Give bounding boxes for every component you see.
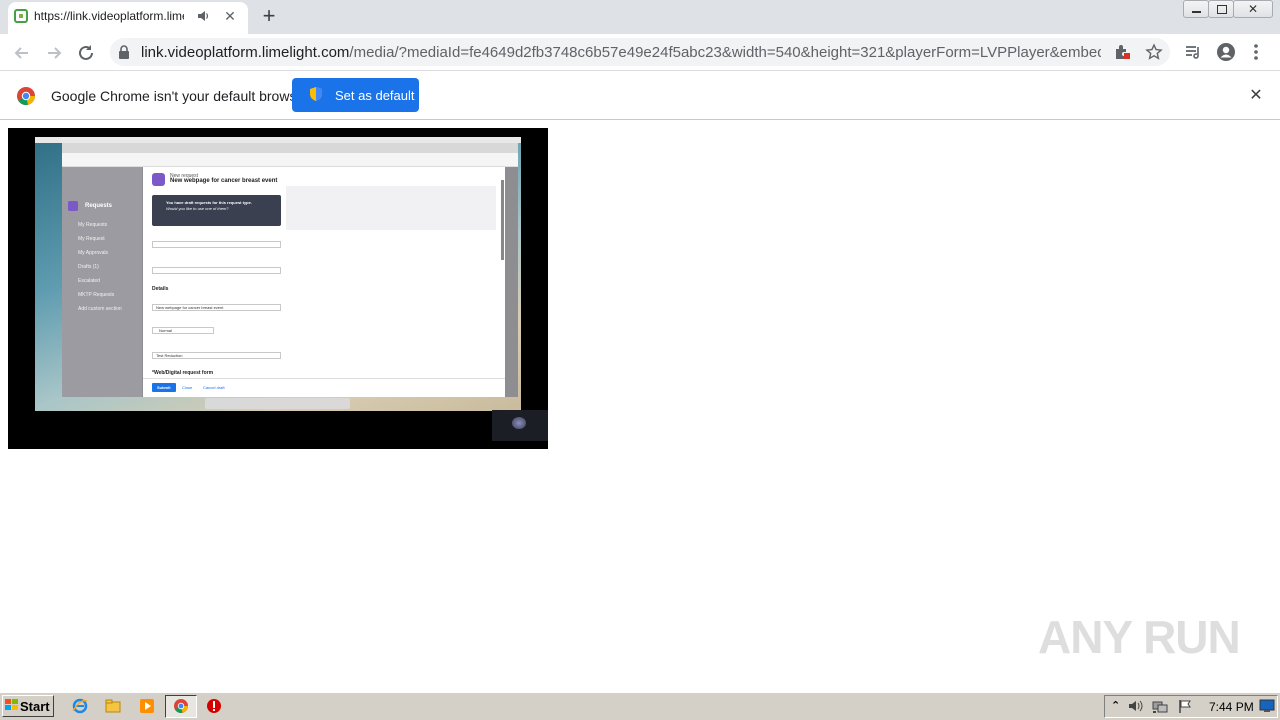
video-browser-toolbar: [62, 153, 518, 167]
video-footer-label: *Web/Digital request form: [152, 370, 214, 376]
menu-icon[interactable]: [1252, 43, 1260, 61]
flag-icon[interactable]: [1178, 699, 1192, 713]
volume-icon[interactable]: [1128, 699, 1144, 713]
media-control-icon[interactable]: [1184, 43, 1202, 61]
url-path: /media/?mediaId=fe4649d2fb3748c6b57e49e2…: [349, 44, 1101, 61]
video-sidebar-item: Escalated: [78, 278, 100, 284]
shield-icon: [310, 87, 322, 101]
video-panel-title: New webpage for cancer breast event: [170, 178, 278, 184]
video-field-1: [152, 241, 281, 248]
video-draft-label: Cancel draft: [203, 385, 225, 390]
video-browser-tabs: [62, 143, 518, 153]
speaker-icon[interactable]: [196, 9, 210, 23]
video-submit-button: Submit: [152, 383, 176, 392]
monitor-icon[interactable]: [1259, 699, 1275, 713]
window-minimize-button[interactable]: [1183, 0, 1209, 18]
clock[interactable]: 7:44 PM: [1209, 700, 1254, 714]
video-field-product-value: Test Reduction: [156, 353, 183, 358]
back-icon[interactable]: [11, 42, 33, 64]
tab-close-icon[interactable]: ✕: [222, 8, 238, 24]
video-draft-card: You have draft requests for this request…: [152, 195, 281, 226]
chrome-logo-icon: [17, 87, 36, 106]
video-sidebar-item: Drafts (1): [78, 264, 99, 270]
video-close-label: Close: [182, 385, 193, 390]
anyrun-watermark: ANY RUN: [1038, 611, 1241, 663]
star-icon[interactable]: [1145, 43, 1163, 61]
video-sidebar-logo: [68, 201, 78, 211]
video-info-box: [286, 186, 496, 230]
chrome-icon: [174, 699, 188, 713]
video-draft-line1: You have draft requests for this request…: [166, 200, 252, 205]
start-label: Start: [20, 699, 50, 714]
set-as-default-label: Set as default: [335, 88, 415, 103]
ie-icon[interactable]: [72, 698, 88, 714]
forward-icon[interactable]: [43, 42, 65, 64]
window-close-button[interactable]: ✕: [1233, 0, 1273, 18]
video-field-2: [152, 267, 281, 274]
video-sidebar-list: My Requests My Request My Approvals Draf…: [78, 222, 140, 320]
video-section-details: Details: [152, 286, 169, 292]
window-restore-button[interactable]: [1208, 0, 1234, 18]
video-footer-divider: [143, 378, 505, 379]
extension-icon[interactable]: [1113, 43, 1131, 61]
stop-icon[interactable]: [206, 698, 222, 714]
video-field-subject-value: New webpage for cancer breast event: [156, 305, 224, 310]
video-dock: [205, 398, 350, 409]
url-host: link.videoplatform.limelight.com: [141, 44, 350, 61]
video-draft-line2: Would you like to use one of them?: [166, 206, 229, 211]
video-sidebar-item: Add custom section: [78, 306, 122, 312]
profile-icon[interactable]: [1216, 42, 1236, 62]
lock-icon[interactable]: [118, 45, 130, 59]
url-text: link.videoplatform.limelight.com/media/?…: [141, 44, 1101, 61]
video-field-priority-value: Normal: [159, 328, 172, 333]
video-sidebar-item: MKTP Requests: [78, 292, 115, 298]
video-request-logo: [152, 173, 165, 186]
video-submit-label: Submit: [157, 385, 171, 390]
network-icon[interactable]: [1152, 698, 1168, 714]
reload-icon[interactable]: [75, 42, 97, 64]
video-participant-avatar: [512, 417, 526, 429]
video-field-subject: New webpage for cancer breast event: [152, 304, 281, 311]
video-sidebar-item: My Requests: [78, 222, 108, 228]
video-sidebar-title: Requests: [85, 203, 113, 209]
infobar-close-icon[interactable]: ✕: [1248, 88, 1264, 104]
infobar-message: Google Chrome isn't your default browser: [51, 88, 309, 104]
new-tab-button[interactable]: +: [258, 5, 280, 28]
limelight-favicon-icon: [14, 9, 28, 23]
video-field-priority: Normal: [152, 327, 214, 334]
explorer-icon[interactable]: [105, 698, 121, 714]
video-sidebar-item: My Request: [78, 236, 105, 242]
video-scrollbar: [501, 180, 504, 260]
video-sidebar-item: My Approvals: [78, 250, 109, 256]
tab-title: https://link.videoplatform.limelight.com…: [34, 9, 184, 23]
tray-arrow-icon[interactable]: ⌃: [1111, 699, 1120, 712]
windows-flag-icon: [5, 699, 18, 710]
media-player-icon[interactable]: [139, 698, 155, 714]
video-field-product: Test Reduction: [152, 352, 281, 359]
